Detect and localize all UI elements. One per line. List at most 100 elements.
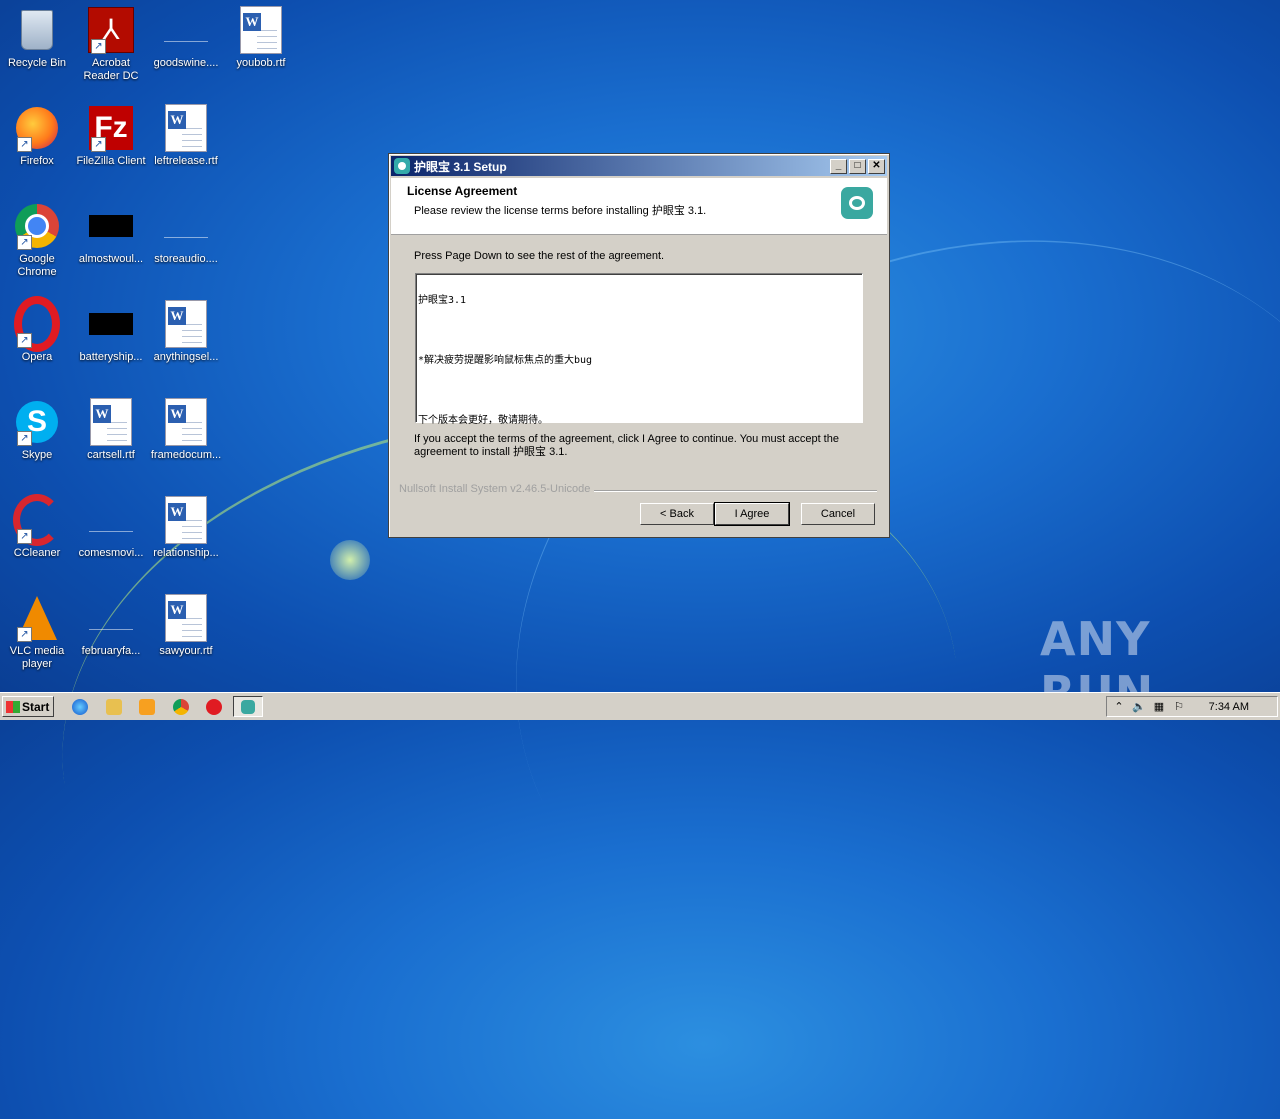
skype-icon: S ↗ — [13, 398, 61, 446]
word-doc-icon: W — [162, 496, 210, 544]
filezilla-icon: Fz ↗ — [87, 104, 135, 152]
desktop-icon-anythingsel[interactable]: W anythingsel... — [149, 300, 223, 364]
icon-label: comesmovi... — [78, 547, 144, 559]
volume-icon[interactable]: 🔈 — [1131, 700, 1147, 713]
taskbar-setup-button[interactable] — [233, 696, 263, 717]
desktop-icon-filezilla[interactable]: Fz ↗ FileZilla Client — [74, 104, 148, 168]
word-doc-icon: W — [87, 398, 135, 446]
icon-label: batteryship... — [79, 351, 143, 363]
close-button[interactable]: ✕ — [868, 158, 885, 174]
license-line: 护眼宝3.1 — [418, 295, 467, 306]
desktop-icon-almostwoul[interactable]: almostwoul... — [74, 202, 148, 266]
word-doc-icon: W — [162, 594, 210, 642]
icon-label: FileZilla Client — [76, 155, 146, 167]
chrome-icon: ↗ — [13, 202, 61, 250]
icon-label: framedocum... — [150, 449, 222, 461]
instruction-text: Press Page Down to see the rest of the a… — [414, 250, 665, 262]
clock[interactable]: 7:34 AM — [1209, 701, 1249, 713]
icon-label: Opera — [21, 351, 53, 363]
desktop-icon-vlc[interactable]: ↗ VLC media player — [0, 594, 74, 671]
desktop-icon-framedocum[interactable]: W framedocum... — [149, 398, 223, 462]
start-button[interactable]: Start — [2, 696, 54, 717]
app-logo-icon — [841, 187, 873, 219]
icon-label: Acrobat Reader DC — [83, 57, 139, 82]
header-title: License Agreement — [407, 184, 518, 198]
media-player-icon[interactable] — [139, 699, 155, 715]
icon-label: Skype — [21, 449, 53, 461]
desktop-icon-google-chrome[interactable]: ↗ Google Chrome — [0, 202, 74, 279]
firefox-icon: ↗ — [13, 104, 61, 152]
icon-label: goodswine.... — [153, 57, 219, 69]
desktop-icon-opera[interactable]: ↗ Opera — [0, 296, 74, 364]
desktop-icon-februaryfa[interactable]: februaryfa... — [74, 594, 148, 658]
chrome-icon[interactable] — [173, 699, 189, 715]
blank-file-icon — [87, 496, 135, 544]
icon-label: VLC media player — [9, 645, 65, 670]
cancel-button[interactable]: Cancel — [801, 503, 875, 525]
icon-label: Google Chrome — [17, 253, 57, 278]
icon-label: almostwoul... — [78, 253, 144, 265]
back-button[interactable]: < Back — [640, 503, 714, 525]
icon-label: februaryfa... — [81, 645, 141, 657]
icon-label: storeaudio.... — [154, 253, 218, 265]
desktop-icon-youbob[interactable]: W youbob.rtf — [224, 6, 298, 70]
tray-expand-icon[interactable]: ⌃ — [1111, 700, 1127, 713]
desktop-icon-acrobat[interactable]: ⅄ ↗ Acrobat Reader DC — [74, 6, 148, 83]
license-line: 下个版本会更好，敬请期待。 — [418, 415, 548, 426]
minimize-button[interactable]: _ — [830, 158, 847, 174]
desktop-icon-leftrelease[interactable]: W leftrelease.rtf — [149, 104, 223, 168]
start-label: Start — [22, 699, 50, 714]
acrobat-icon: ⅄ ↗ — [87, 6, 135, 54]
icon-label: CCleaner — [13, 547, 61, 559]
desktop-icon-relationship[interactable]: W relationship... — [149, 496, 223, 560]
desktop-icon-recycle-bin[interactable]: Recycle Bin — [0, 6, 74, 70]
app-eye-icon — [394, 158, 410, 174]
system-tray: ⌃ 🔈 ▦ ⚐ 7:34 AM — [1106, 696, 1278, 717]
desktop-icon-storeaudio[interactable]: storeaudio.... — [149, 202, 223, 266]
action-center-flag-icon[interactable]: ⚐ — [1171, 700, 1187, 713]
desktop: { "desktop": { "icons": [ {"label": "Rec… — [0, 0, 1280, 1119]
word-doc-icon: W — [162, 104, 210, 152]
dialog-title: 护眼宝 3.1 Setup — [414, 159, 507, 174]
license-textbox[interactable]: 护眼宝3.1 *解决疲劳提醒影响鼠标焦点的重大bug 下个版本会更好，敬请期待。 — [415, 273, 863, 426]
word-doc-icon: W — [237, 6, 285, 54]
ie-icon[interactable] — [72, 699, 88, 715]
icon-label: Firefox — [20, 155, 54, 167]
icon-label: anythingsel... — [153, 351, 219, 363]
desktop-icon-firefox[interactable]: ↗ Firefox — [0, 104, 74, 168]
recycle-bin-icon — [13, 6, 61, 54]
icon-label: cartsell.rtf — [87, 449, 135, 461]
opera-icon[interactable] — [206, 699, 222, 715]
desktop-icon-batteryship[interactable]: batteryship... — [74, 300, 148, 364]
explorer-folder-icon[interactable] — [106, 699, 122, 715]
header-subtitle: Please review the license terms before i… — [414, 205, 707, 217]
dialog-titlebar[interactable]: 护眼宝 3.1 Setup _ □ ✕ — [391, 156, 887, 176]
icon-label: Recycle Bin — [7, 57, 67, 69]
nsis-branding: Nullsoft Install System v2.46.5-Unicode — [399, 483, 595, 495]
black-file-icon — [87, 202, 135, 250]
taskbar: Start ⌃ 🔈 ▦ ⚐ 7:34 AM — [0, 692, 1280, 720]
desktop-icon-skype[interactable]: S ↗ Skype — [0, 398, 74, 462]
desktop-icon-sawyour[interactable]: W sawyour.rtf — [149, 594, 223, 658]
i-agree-button[interactable]: I Agree — [714, 502, 790, 526]
accept-instructions: If you accept the terms of the agreement… — [414, 433, 839, 458]
opera-icon: ↗ — [13, 296, 61, 352]
vlc-icon: ↗ — [13, 594, 61, 642]
desktop-icon-comesmovi[interactable]: comesmovi... — [74, 496, 148, 560]
wallpaper-glow — [330, 540, 370, 580]
windows-flag-icon — [6, 700, 20, 713]
network-icon[interactable]: ▦ — [1151, 700, 1167, 713]
blank-file-icon — [162, 6, 210, 54]
word-doc-icon: W — [162, 398, 210, 446]
maximize-button[interactable]: □ — [849, 158, 866, 174]
setup-dialog: 护眼宝 3.1 Setup _ □ ✕ License Agreement Pl… — [388, 153, 890, 538]
blank-file-icon — [162, 202, 210, 250]
desktop-icon-cartsell[interactable]: W cartsell.rtf — [74, 398, 148, 462]
icon-label: youbob.rtf — [236, 57, 286, 69]
icon-label: relationship... — [153, 547, 219, 559]
icon-label: sawyour.rtf — [159, 645, 213, 657]
desktop-icon-ccleaner[interactable]: ↗ CCleaner — [0, 494, 74, 560]
icon-label: leftrelease.rtf — [154, 155, 218, 167]
blank-file-icon — [87, 594, 135, 642]
desktop-icon-goodswine[interactable]: goodswine.... — [149, 6, 223, 70]
